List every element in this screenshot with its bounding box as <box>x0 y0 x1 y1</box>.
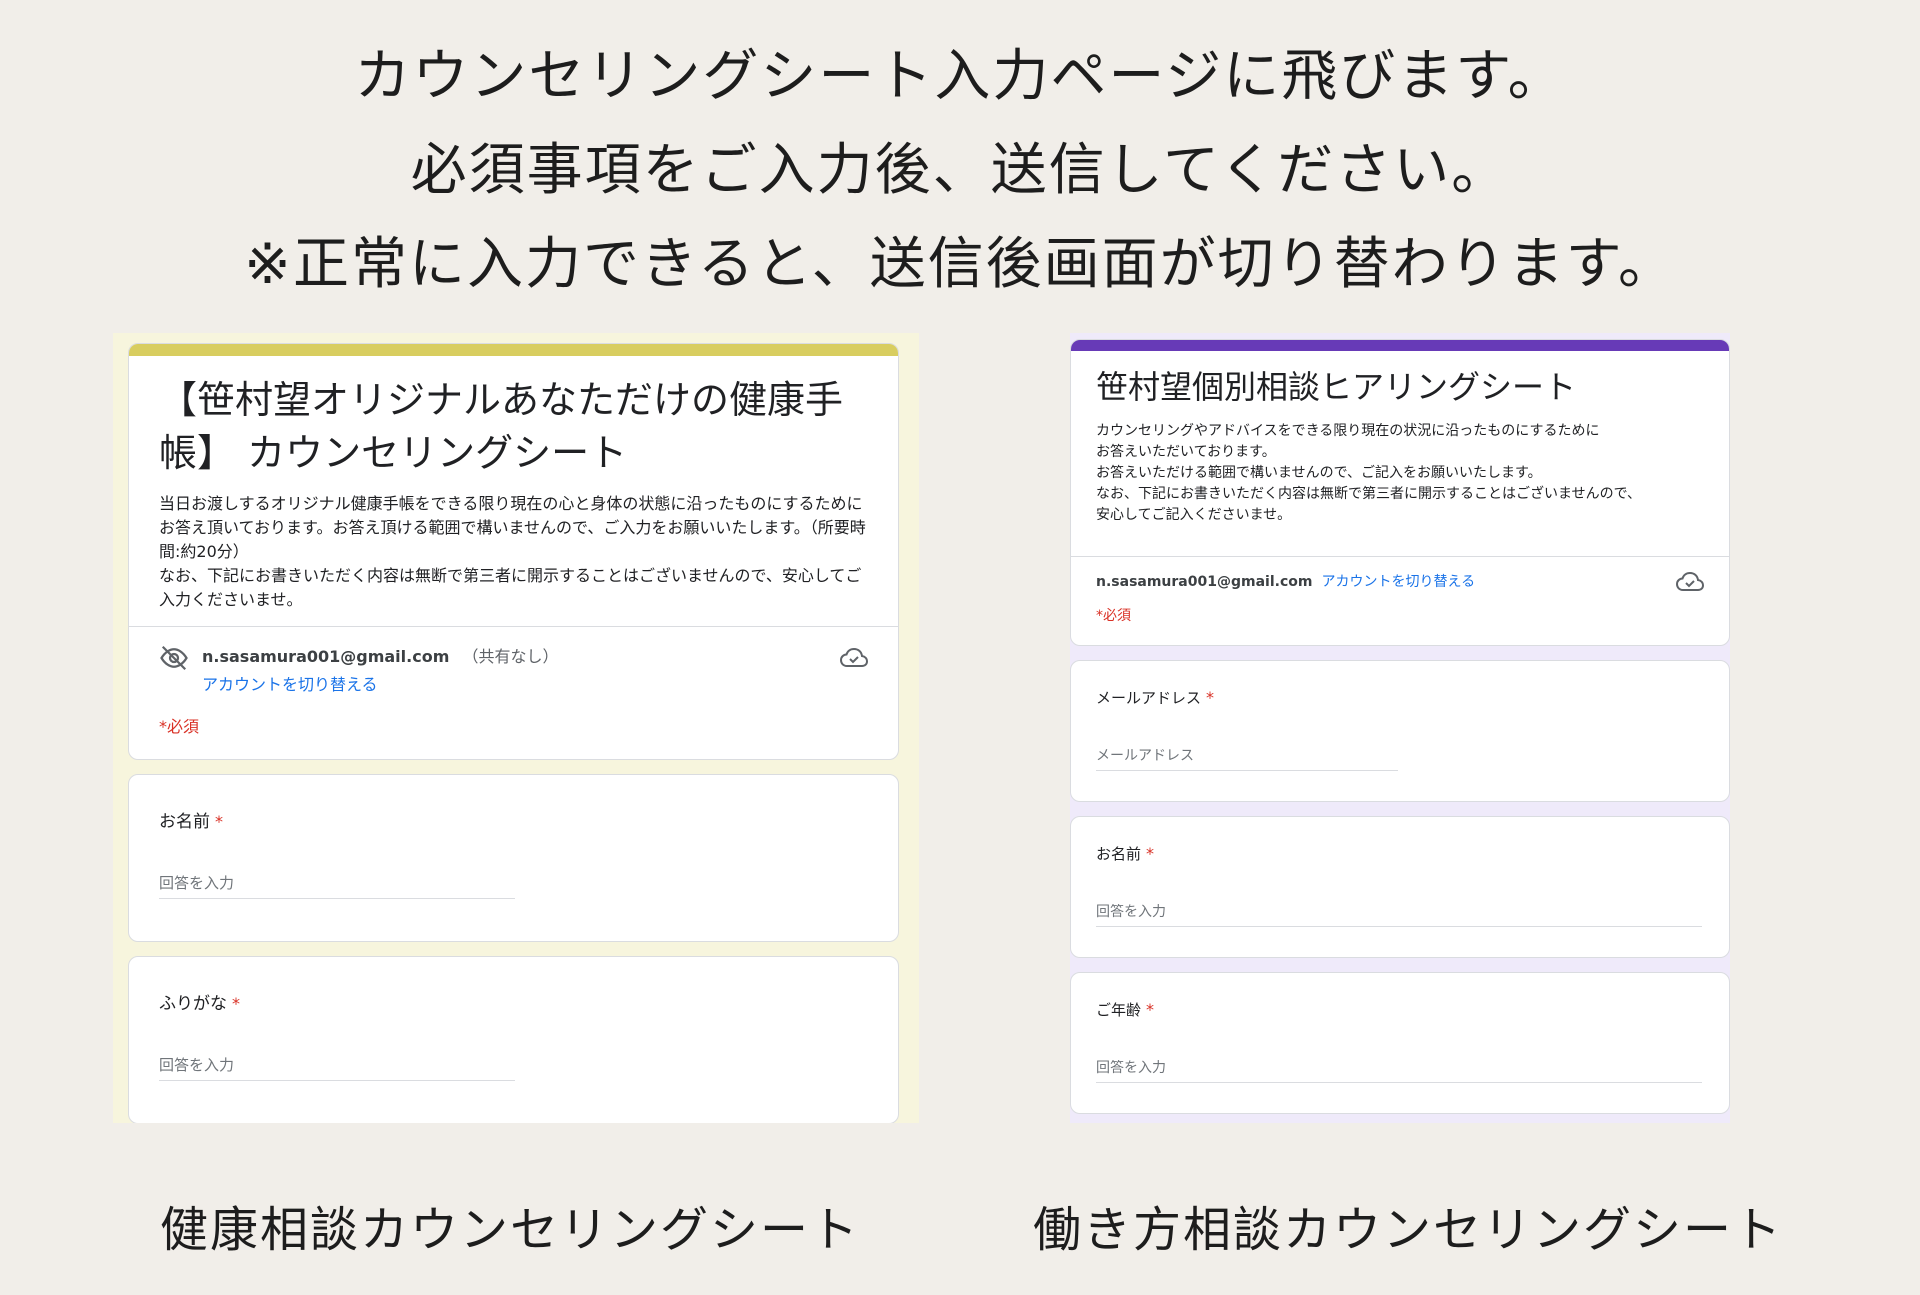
question-label: お名前 <box>159 812 210 832</box>
work-form-screenshot: 笹村望個別相談ヒアリングシート カウンセリングやアドバイスをできる限り現在の状況… <box>1070 333 1730 1123</box>
account-row: n.sasamura001@gmail.com （共有なし） アカウントを切り替… <box>129 627 898 705</box>
health-form-caption: 健康相談カウンセリングシート <box>160 1202 861 1258</box>
cloud-save-icon <box>839 647 869 669</box>
required-asterisk: * <box>215 812 223 831</box>
work-form-caption: 働き方相談カウンセリングシート <box>1033 1202 1784 1258</box>
required-asterisk: * <box>1206 688 1215 707</box>
answer-input-age[interactable] <box>1096 1060 1702 1083</box>
switch-account-link[interactable]: アカウントを切り替える <box>202 671 868 695</box>
form-description: 当日お渡しするオリジナル健康手帳をできる限り現在の心と身体の状態に沿ったものにす… <box>159 494 866 609</box>
question-label: お名前 <box>1096 845 1142 863</box>
question-label: ご年齢 <box>1096 1001 1142 1019</box>
form-header-card: 笹村望個別相談ヒアリングシート カウンセリングやアドバイスをできる限り現在の状況… <box>1070 339 1730 646</box>
required-note: *必須 <box>1096 608 1131 624</box>
answer-input-name[interactable] <box>1096 904 1702 927</box>
account-email: n.sasamura001@gmail.com <box>1096 574 1313 590</box>
question-label: メールアドレス <box>1096 689 1202 707</box>
intro-line-3: ※正常に入力できると、送信後画面が切り替わります。 <box>244 232 1676 297</box>
question-card-name: お名前 * <box>128 774 899 942</box>
intro-line-1: カウンセリングシート入力ページに飛びます。 <box>354 44 1566 109</box>
intro-instructions: カウンセリングシート入力ページに飛びます。 必須事項をご入力後、送信してください… <box>0 30 1920 312</box>
required-asterisk: * <box>232 994 240 1013</box>
required-asterisk: * <box>1146 844 1155 863</box>
required-note: *必須 <box>159 717 200 736</box>
switch-account-link[interactable]: アカウントを切り替える <box>1322 574 1476 590</box>
share-status: （共有なし） <box>462 647 559 666</box>
eye-off-icon <box>159 643 189 673</box>
form-accent-bar <box>129 344 898 356</box>
question-card-age: ご年齢 * <box>1070 972 1730 1114</box>
question-card-furigana: ふりがな * <box>128 956 899 1123</box>
required-asterisk: * <box>1146 1000 1155 1019</box>
question-label: ふりがな <box>159 994 227 1014</box>
cloud-save-icon <box>1675 571 1705 593</box>
health-form-screenshot: 【笹村望オリジナルあなただけの健康手帳】 カウンセリングシート 当日お渡しするオ… <box>113 333 919 1123</box>
form-accent-bar <box>1071 340 1729 351</box>
answer-input-email[interactable] <box>1096 748 1398 771</box>
answer-input-name[interactable] <box>159 874 515 899</box>
question-card-name: お名前 * <box>1070 816 1730 958</box>
form-title: 【笹村望オリジナルあなただけの健康手帳】 カウンセリングシート <box>159 378 844 475</box>
answer-input-furigana[interactable] <box>159 1056 515 1081</box>
form-header-card: 【笹村望オリジナルあなただけの健康手帳】 カウンセリングシート 当日お渡しするオ… <box>128 343 899 760</box>
question-card-email: メールアドレス * <box>1070 660 1730 802</box>
form-title: 笹村望個別相談ヒアリングシート <box>1096 368 1577 406</box>
account-row: n.sasamura001@gmail.com アカウントを切り替える <box>1071 557 1729 599</box>
account-email: n.sasamura001@gmail.com <box>202 647 450 666</box>
form-description: カウンセリングやアドバイスをできる限り現在の状況に沿ったものにするために お答え… <box>1096 423 1642 523</box>
intro-line-2: 必須事項をご入力後、送信してください。 <box>410 138 1510 203</box>
